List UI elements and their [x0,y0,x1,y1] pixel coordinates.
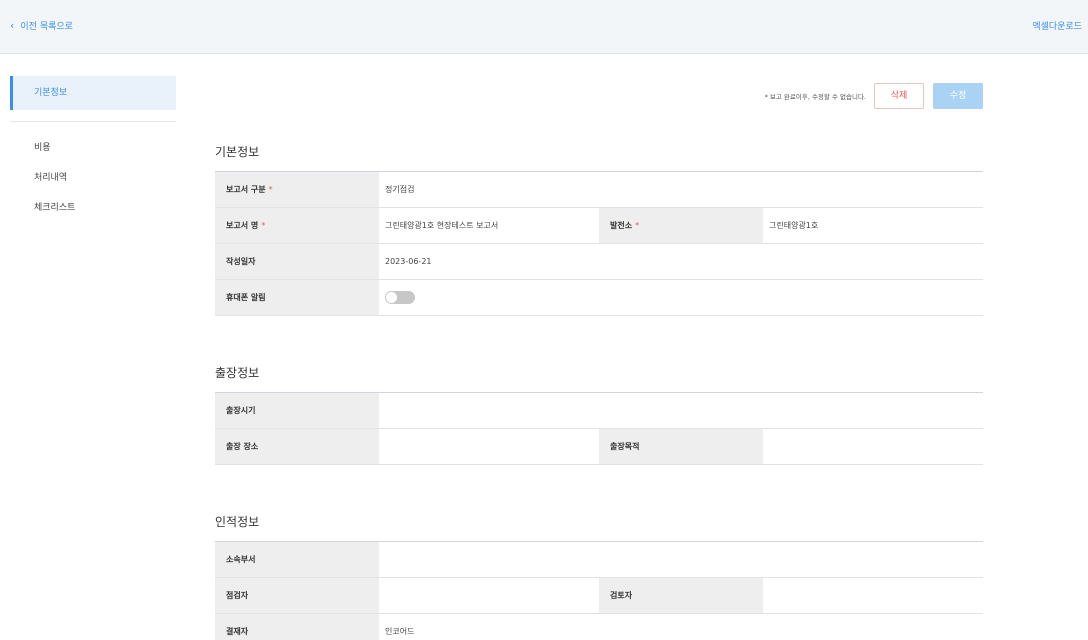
table-row: 보고서 명 * 그린태양광1호 현장테스트 보고서 발전소 * 그린태양광1호 [215,208,983,244]
trip-time-label: 출장시기 [215,393,379,428]
reviewer-label: 검토자 [599,578,763,613]
required-mark: * [268,185,273,194]
report-type-label-text: 보고서 구분 [226,185,266,194]
department-value [379,542,983,577]
sidebar-item-history[interactable]: 처리내역 [10,163,176,193]
inspector-value [379,578,599,613]
table-row: 결재자 인코어드 [215,614,983,640]
reviewer-value [763,578,983,613]
trip-purpose-value [763,429,983,464]
trip-place-value [379,429,599,464]
table-row: 휴대폰 알림 [215,280,983,316]
chevron-left-icon: ‹ [10,19,15,32]
back-to-list-label: 이전 목록으로 [20,22,73,32]
plant-label-text: 발전소 [610,221,633,230]
table-row: 출장시기 [215,393,983,429]
top-bar: ‹ 이전 목록으로 엑셀다운로드 [0,0,1088,54]
date-label: 작성일자 [215,244,379,279]
trip-purpose-label: 출장목적 [599,429,763,464]
table-row: 출장 장소 출장목적 [215,429,983,465]
phone-alert-value [379,280,983,315]
sidebar-divider [10,121,176,122]
basic-info-table: 보고서 구분 * 정기점검 보고서 명 * 그린태양광1호 현장테스트 보고서 … [215,171,983,316]
toggle-knob [386,292,397,303]
phone-alert-label: 휴대폰 알림 [215,280,379,315]
plant-value: 그린태양광1호 [769,221,819,230]
delete-button[interactable]: 삭제 [874,83,924,109]
date-value: 2023-06-21 [385,257,432,266]
personnel-info-table: 소속부서 점검자 검토자 결재자 인코어드 [215,541,983,640]
edit-notice: * 보고 완료이후, 수정할 수 없습니다. [764,93,866,101]
sidebar: 기본정보 비용 처리내역 체크리스트 [10,76,176,223]
trip-info-title: 출장정보 [215,366,260,380]
inspector-label: 점검자 [215,578,379,613]
approver-label: 결재자 [215,614,379,640]
trip-time-value [379,393,983,428]
sidebar-item-checklist[interactable]: 체크리스트 [10,193,176,223]
excel-download-link[interactable]: 엑셀다운로드 [1032,19,1082,32]
table-row: 점검자 검토자 [215,578,983,614]
trip-place-label: 출장 장소 [215,429,379,464]
required-mark: * [635,221,640,230]
report-type-value: 정기점검 [385,185,415,194]
sidebar-item-basic-info[interactable]: 기본정보 [10,76,176,110]
trip-info-table: 출장시기 출장 장소 출장목적 [215,392,983,465]
report-name-label-text: 보고서 명 [226,221,259,230]
phone-alert-toggle[interactable] [385,291,415,304]
report-name-value: 그린태양광1호 현장테스트 보고서 [385,221,499,230]
sidebar-item-cost[interactable]: 비용 [10,133,176,163]
plant-label: 발전소 * [599,208,763,243]
back-to-list-link[interactable]: ‹ 이전 목록으로 [10,19,73,32]
report-type-label: 보고서 구분 * [215,172,379,207]
report-name-label: 보고서 명 * [215,208,379,243]
required-mark: * [261,221,266,230]
edit-button[interactable]: 수정 [933,83,983,109]
personnel-info-title: 인적정보 [215,515,260,529]
table-row: 보고서 구분 * 정기점검 [215,172,983,208]
department-label: 소속부서 [215,542,379,577]
table-row: 소속부서 [215,542,983,578]
table-row: 작성일자 2023-06-21 [215,244,983,280]
approver-value: 인코어드 [385,627,415,636]
basic-info-title: 기본정보 [215,145,260,159]
